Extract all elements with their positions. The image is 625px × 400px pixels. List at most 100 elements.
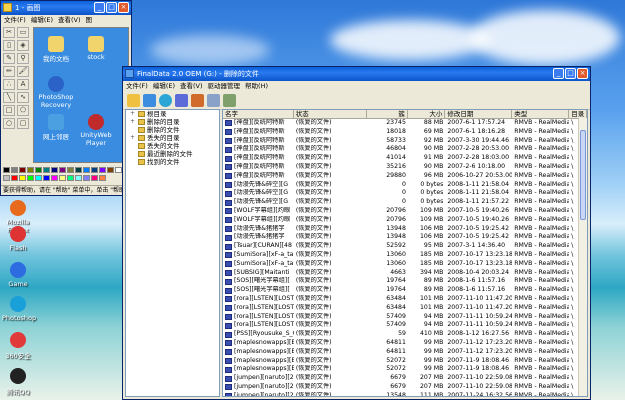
open-icon[interactable]	[127, 93, 140, 107]
palette-color-swatch[interactable]	[75, 167, 82, 173]
save-icon[interactable]	[143, 93, 156, 107]
menu-edit[interactable]: 编辑(E)	[31, 15, 53, 25]
tree-item[interactable]: + 根目录	[126, 110, 219, 118]
table-row[interactable]: [WOLF字幕组][灼眼 (恢复的文件) 20796 109 MB 2007-10-5 …	[223, 216, 587, 225]
table-row[interactable]: [rora][LSTEN][LOST (恢复的文件) 63484 101 MB 2007…	[223, 295, 587, 304]
column-header-size[interactable]: 大小	[408, 110, 446, 118]
palette-color-swatch[interactable]	[27, 174, 34, 181]
palette-color-swatch[interactable]	[91, 174, 98, 181]
palette-color-swatch[interactable]	[67, 174, 74, 181]
table-row[interactable]: [动漫先锋&碎空][G (恢复的文件) 0 0 bytes 2008-1-11 21:5…	[223, 189, 587, 198]
column-header-cluster[interactable]: 簇	[367, 110, 408, 118]
table-row[interactable]: [神盘][反统阿特斯 (恢复的文件) 41014 91 MB 2007-2-28 18:…	[223, 154, 587, 163]
menu-edit[interactable]: 编辑(E)	[153, 81, 175, 91]
close-button[interactable]: ×	[577, 68, 588, 79]
palette-color-swatch[interactable]	[59, 167, 66, 173]
palette-color-swatch[interactable]	[83, 167, 90, 173]
column-header-type[interactable]: 类型	[512, 110, 570, 118]
minimize-button[interactable]: _	[94, 2, 105, 13]
menu-image[interactable]: 图	[86, 15, 93, 25]
desktop-icon[interactable]: Photoshop	[2, 296, 36, 322]
menu-file[interactable]: 文件(F)	[126, 81, 148, 91]
recover-icon[interactable]	[175, 93, 188, 107]
palette-color-swatch[interactable]	[35, 167, 42, 173]
table-row[interactable]: [动漫先锋&猪猪字 (恢复的文件) 13948 106 MB 2007-10-5 19:…	[223, 233, 587, 242]
maximize-button[interactable]: □	[106, 2, 117, 13]
table-row[interactable]: [maplesnowapps][B (恢复的文件) 64811 99 MB 2007-1…	[223, 339, 587, 348]
menu-drive[interactable]: 驱动器管理	[208, 81, 241, 91]
expand-icon[interactable]: +	[130, 134, 136, 142]
table-row[interactable]: [神盘][反统阿特斯 (恢复的文件) 35216 90 MB 2007-2-6 10:1…	[223, 163, 587, 172]
palette-color-swatch[interactable]	[75, 174, 82, 181]
table-row[interactable]: [SOS][曙光字幕组][(恢复的文件) 19764 89 MB 2008-1-6 1…	[223, 286, 587, 295]
table-row[interactable]: [maplesnowapps][B (恢复的文件) 52072 99 MB 2007-1…	[223, 365, 587, 374]
table-row[interactable]: [神盘][反统阿特斯 (恢复的文件) 29880 96 MB 2006-10-27 20…	[223, 172, 587, 181]
airbrush-icon[interactable]: ∴	[3, 79, 15, 90]
text-icon[interactable]: A	[17, 79, 29, 90]
palette-color-swatch[interactable]	[3, 174, 10, 181]
brush-icon[interactable]: 🖌	[17, 66, 29, 77]
palette-color-swatch[interactable]	[27, 167, 34, 173]
table-row[interactable]: [神盘][反统阿特斯 (恢复的文件) 23745 88 MB 2007-6-1 17:5…	[223, 119, 587, 128]
tree-item[interactable]: 最近删除的文件	[126, 150, 219, 158]
paint-title-bar[interactable]: 1 - 画图 _ □ ×	[1, 1, 131, 15]
vertical-scrollbar[interactable]	[578, 118, 587, 396]
scroll-thumb[interactable]	[580, 130, 586, 220]
table-row[interactable]: [SUBSIG][Maitanti (恢复的文件) 4663 394 MB 2008-1…	[223, 269, 587, 278]
palette-color-swatch[interactable]	[83, 174, 90, 181]
tree-item[interactable]: 找到的文件	[126, 158, 219, 166]
desktop-icon[interactable]: Flash	[2, 226, 34, 252]
palette-color-swatch[interactable]	[19, 174, 26, 181]
pencil-icon[interactable]: ✏	[3, 66, 15, 77]
table-row[interactable]: [SumiSora][xF-a_ta (恢复的文件) 13060 185 MB 2007…	[223, 251, 587, 260]
palette-color-swatch[interactable]	[59, 174, 66, 181]
table-row[interactable]: [rora][LSTEN][LOST (恢复的文件) 57409 94 MB 2007-…	[223, 321, 587, 330]
column-header-dir[interactable]: 目录	[569, 110, 587, 118]
menu-file[interactable]: 文件(F)	[4, 15, 26, 25]
palette-color-swatch[interactable]	[107, 167, 114, 173]
magnifier-icon[interactable]: ⚲	[17, 53, 29, 64]
details-view-icon[interactable]	[223, 93, 236, 107]
finaldata-title-bar[interactable]: FinalData 2.0 OEM (G:) - 删除的文件 _ □ ×	[123, 67, 590, 81]
tree-item[interactable]: 丢失的文件	[126, 142, 219, 150]
curve-icon[interactable]: ∿	[17, 92, 29, 103]
menu-view[interactable]: 查看(V)	[58, 15, 81, 25]
palette-color-swatch[interactable]	[51, 174, 58, 181]
menu-help[interactable]: 帮助(H)	[245, 81, 268, 91]
expand-icon[interactable]: +	[130, 118, 136, 126]
palette-color-swatch[interactable]	[99, 167, 106, 173]
column-header-name[interactable]: 名字	[223, 110, 294, 118]
table-row[interactable]: [动漫先锋&碎空][G (恢复的文件) 0 0 bytes 2008-1-11 21:5…	[223, 181, 587, 190]
column-header-state[interactable]: 状态	[294, 110, 367, 118]
expand-icon[interactable]: +	[130, 110, 136, 118]
table-row[interactable]: [神盘][反统阿特斯 (恢复的文件) 46804 90 MB 2007-2-28 20:…	[223, 145, 587, 154]
table-row[interactable]: [maplesnowapps][B (恢复的文件) 52072 99 MB 2007-1…	[223, 357, 587, 366]
table-row[interactable]: [jumpen][naruto][2 (恢复的文件) 13548 111 MB 2007…	[223, 392, 587, 396]
free-select-icon[interactable]: ✂	[3, 27, 15, 38]
palette-color-swatch[interactable]	[19, 167, 26, 173]
table-row[interactable]: [动漫先锋&猪猪字 (恢复的文件) 13948 106 MB 2007-10-5 19:…	[223, 225, 587, 234]
palette-color-swatch[interactable]	[3, 167, 10, 173]
polygon-icon[interactable]: ⬠	[17, 105, 29, 116]
minimize-button[interactable]: _	[553, 68, 564, 79]
line-icon[interactable]: ╲	[3, 92, 15, 103]
menu-view[interactable]: 查看(V)	[180, 81, 203, 91]
palette-color-swatch[interactable]	[115, 167, 122, 173]
picker-icon[interactable]: ✎	[3, 53, 15, 64]
table-row[interactable]: [神盘][反统阿特斯 (恢复的文件) 58733 92 MB 2007-3-30 19:…	[223, 137, 587, 146]
column-header-date[interactable]: 修改日期	[445, 110, 513, 118]
paint-canvas[interactable]: 我的文档 stock PhotoShop Recovery 网上邻居 Unity…	[33, 27, 129, 163]
table-row[interactable]: [神盘][反统阿特斯 (恢复的文件) 18018 69 MB 2007-6-1 18:1…	[223, 128, 587, 137]
table-row[interactable]: [maplesnowapps][B (恢复的文件) 64811 99 MB 2007-1…	[223, 348, 587, 357]
desktop-icon[interactable]: 360安全	[2, 332, 34, 360]
desktop-icon[interactable]: 腾讯QQ	[2, 368, 34, 396]
table-row[interactable]: [SOS][曙光字幕组][(恢复的文件) 19764 89 MB 2008-1-6 1…	[223, 277, 587, 286]
maximize-button[interactable]: □	[565, 68, 576, 79]
desktop-icon[interactable]: Game	[2, 262, 34, 288]
tree-item[interactable]: + 丢失的目录	[126, 134, 219, 142]
palette-color-swatch[interactable]	[51, 167, 58, 173]
table-row[interactable]: [PSS][Ryousuke_S_C (恢复的文件) 59 410 MB 2008-1-…	[223, 330, 587, 339]
table-row[interactable]: [jumpen][naruto][2 (恢复的文件) 6679 207 MB 2007-…	[223, 374, 587, 383]
table-row[interactable]: [SumiSora][xF-a_ta (恢复的文件) 13060 185 MB 2007…	[223, 260, 587, 269]
palette-color-swatch[interactable]	[35, 174, 42, 181]
